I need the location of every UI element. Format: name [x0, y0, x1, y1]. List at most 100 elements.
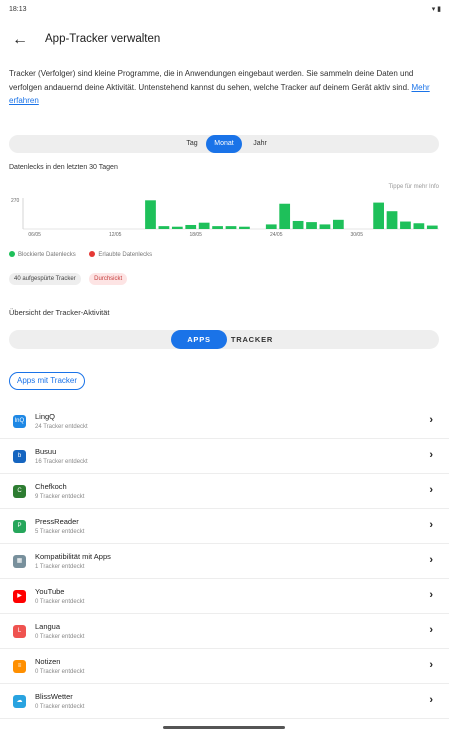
legend-allowed: Erlaubte Datenlecks — [89, 251, 152, 258]
app-bar: ← App-Tracker verwalten — [0, 22, 449, 58]
busuu-icon: b — [13, 450, 26, 463]
tab-month[interactable]: Monat — [206, 135, 242, 153]
tracker-count: 24 Tracker entdeckt — [35, 424, 88, 430]
youtube-icon: ▶ — [13, 590, 26, 603]
intro-text: Tracker (Verfolger) sind kleine Programm… — [9, 67, 441, 108]
tracker-count: 0 Tracker entdeckt — [35, 704, 85, 710]
app-name: YouTube — [35, 587, 65, 596]
list-item[interactable]: P PressReader 5 Tracker entdeckt › — [0, 509, 449, 544]
chart-bar[interactable] — [319, 224, 331, 229]
list-item[interactable]: ≡ Notizen 0 Tracker entdeckt › — [0, 649, 449, 684]
x-tick-label: 18/05 — [189, 232, 202, 238]
x-tick-label: 06/05 — [28, 232, 41, 238]
pressreader-icon: P — [13, 520, 26, 533]
chefkoch-icon: C — [13, 485, 26, 498]
apps-with-trackers-button[interactable]: Apps mit Tracker — [9, 372, 86, 390]
app-name: Chefkoch — [35, 482, 67, 491]
status-time: 18:13 — [9, 6, 27, 13]
x-tick-label: 30/05 — [350, 232, 363, 238]
overview-title: Übersicht der Tracker-Aktivität — [9, 308, 110, 317]
langua-icon: L — [13, 625, 26, 638]
chart-bar[interactable] — [265, 224, 277, 229]
tracker-count: 0 Tracker entdeckt — [35, 634, 85, 640]
app-name: Busuu — [35, 447, 57, 456]
chevron-right-icon: › — [429, 519, 433, 531]
weather-icon: ☁ — [13, 695, 26, 708]
chart-bar[interactable] — [386, 211, 398, 229]
list-item[interactable]: C Chefkoch 9 Tracker entdeckt › — [0, 474, 449, 509]
chart-legend: Blockierte Datenlecks Erlaubte Datenleck… — [9, 251, 164, 258]
chart-bar[interactable] — [279, 203, 291, 229]
chart-bar[interactable] — [145, 200, 156, 229]
trackers-count-chip: 40 aufgespürte Tracker — [9, 273, 81, 285]
chevron-right-icon: › — [429, 449, 433, 461]
allowed-dot-icon — [89, 251, 96, 257]
app-name: Kompatibilität mit Apps — [35, 552, 111, 561]
app-name: PressReader — [35, 517, 79, 526]
notes-icon: ≡ — [13, 660, 26, 673]
blocked-dot-icon — [9, 251, 15, 257]
status-icons: ▾ ▮ — [431, 6, 441, 13]
chart-bar[interactable] — [225, 226, 237, 229]
chart-bar[interactable] — [306, 222, 317, 229]
list-item[interactable]: lnQ LingQ 24 Tracker entdeckt › — [0, 404, 449, 439]
compatibility-icon: ▦ — [13, 555, 26, 568]
chart-bar[interactable] — [413, 223, 425, 229]
app-name: Notizen — [35, 657, 61, 666]
chart-bar[interactable] — [171, 226, 183, 229]
lingq-icon: lnQ — [13, 415, 26, 428]
list-item[interactable]: ▦ Kompatibilität mit Apps 1 Tracker entdec… — [0, 544, 449, 579]
summary-chips: 40 aufgespürte Tracker Durchsickt — [9, 267, 131, 285]
legend-allowed-label: Erlaubte Datenlecks — [98, 252, 153, 258]
app-list: lnQ LingQ 24 Tracker entdeckt › b Busuu 16 Tra… — [0, 404, 449, 719]
legend-blocked: Blockierte Datenlecks — [9, 251, 76, 258]
tracker-count: 0 Tracker entdeckt — [35, 599, 85, 605]
chart-bar[interactable] — [158, 226, 170, 229]
status-bar: 18:13 ▾ ▮ — [0, 0, 449, 20]
x-tick-label: 24/05 — [270, 232, 283, 238]
app-name: BlissWetter — [35, 692, 73, 701]
list-item[interactable]: L Langua 0 Tracker entdeckt › — [0, 614, 449, 649]
tab-day[interactable]: Tag — [174, 135, 210, 153]
chart-bar[interactable] — [198, 222, 210, 229]
chart-bar[interactable] — [373, 202, 384, 229]
legend-blocked-label: Blockierte Datenlecks — [18, 252, 76, 258]
view-selector: APPS TRACKER — [9, 330, 439, 349]
tracker-count: 0 Tracker entdeckt — [35, 669, 85, 675]
chevron-right-icon: › — [429, 589, 433, 601]
chart-title: Datenlecks in den letzten 30 Tagen — [9, 164, 118, 171]
chevron-right-icon: › — [429, 554, 433, 566]
chart-hint: Tippe für mehr Info — [388, 184, 439, 190]
leaks-chart[interactable]: 270 06/05 12/05 18/05 24/05 30/05 — [9, 193, 439, 243]
list-item[interactable]: ▶ YouTube 0 Tracker entdeckt › — [0, 579, 449, 614]
chevron-right-icon: › — [429, 484, 433, 496]
list-item[interactable]: b Busuu 16 Tracker entdeckt › — [0, 439, 449, 474]
intro-body: Tracker (Verfolger) sind kleine Programm… — [9, 69, 414, 92]
chart-bar[interactable] — [332, 219, 344, 229]
chart-bar[interactable] — [292, 220, 304, 229]
tracker-count: 5 Tracker entdeckt — [35, 529, 85, 535]
chart-bar[interactable] — [212, 226, 223, 229]
leaked-chip: Durchsickt — [89, 273, 128, 285]
tracker-count: 1 Tracker entdeckt — [35, 564, 85, 570]
tracker-count: 9 Tracker entdeckt — [35, 494, 85, 500]
chevron-right-icon: › — [429, 694, 433, 706]
chart-bar[interactable] — [426, 225, 438, 229]
tab-trackers[interactable]: TRACKER — [224, 330, 280, 349]
back-arrow-icon[interactable]: ← — [10, 30, 30, 50]
tab-apps[interactable]: APPS — [171, 330, 227, 349]
y-tick-label: 270 — [11, 198, 20, 204]
chart-bar[interactable] — [239, 226, 250, 229]
period-selector: Tag Monat Jahr — [9, 135, 439, 153]
x-tick-label: 12/05 — [109, 232, 122, 238]
leaks-chart-svg: 270 06/05 12/05 18/05 24/05 30/05 — [11, 198, 439, 238]
chart-bar[interactable] — [185, 224, 197, 229]
app-name: Langua — [35, 622, 61, 631]
app-name: LingQ — [35, 412, 56, 421]
navigation-handle[interactable] — [163, 726, 285, 729]
tracker-count: 16 Tracker entdeckt — [35, 459, 88, 465]
chart-bar[interactable] — [400, 221, 411, 229]
page-title: App-Tracker verwalten — [45, 33, 161, 45]
tab-year[interactable]: Jahr — [242, 135, 278, 153]
list-item[interactable]: ☁ BlissWetter 0 Tracker entdeckt › — [0, 684, 449, 719]
